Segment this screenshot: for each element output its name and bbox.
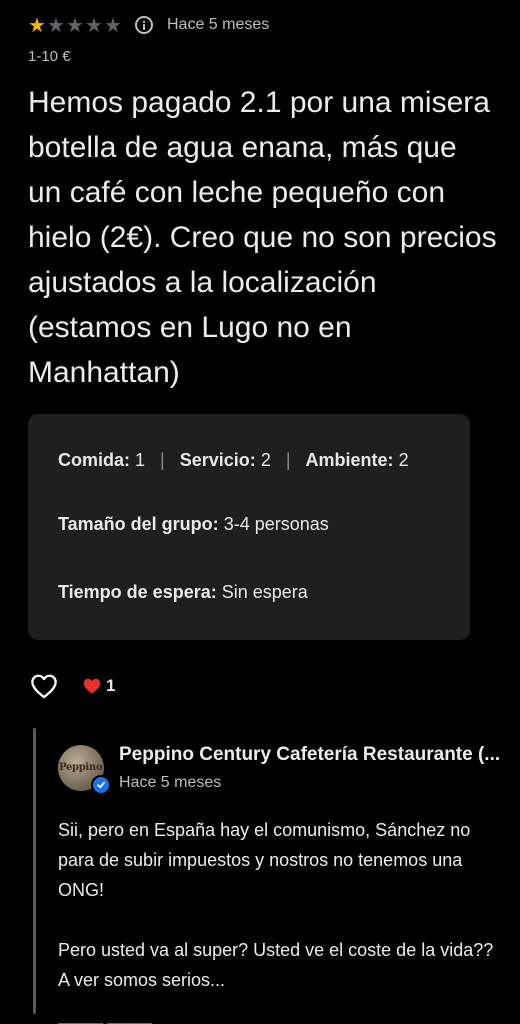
heart-outline-icon bbox=[31, 674, 57, 699]
rating-row: ★ ★ ★ ★ ★ Hace 5 meses bbox=[28, 12, 269, 38]
reply-time-ago: Hace 5 meses bbox=[119, 774, 222, 791]
owner-name[interactable]: Peppino Century Cafetería Restaurante (.… bbox=[119, 744, 515, 766]
truncated-text-fragment: ▬▬▬ ▬▬▬ bbox=[58, 1016, 158, 1024]
group-size-line: Tamaño del grupo: 3-4 personas bbox=[58, 514, 329, 535]
avatar-logo-text: Peppino bbox=[59, 762, 103, 773]
star-empty-icon: ★ bbox=[66, 13, 84, 37]
info-icon[interactable] bbox=[135, 16, 153, 34]
atmosphere-rating-label: Ambiente: bbox=[305, 450, 394, 470]
category-ratings: Comida: 1 | Servicio: 2 | Ambiente: 2 bbox=[58, 450, 409, 471]
owner-reply-text: Sii, pero en España hay el comunismo, Sá… bbox=[58, 815, 508, 995]
truncated-next-item: ▬▬▬ ▬▬▬ bbox=[58, 1016, 158, 1024]
group-size-value: 3-4 personas bbox=[223, 514, 329, 534]
review-time-ago: Hace 5 meses bbox=[167, 16, 270, 33]
star-empty-icon: ★ bbox=[85, 13, 103, 37]
review-details-card: Comida: 1 | Servicio: 2 | Ambiente: 2 Ta… bbox=[28, 414, 470, 640]
price-range: 1-10 € bbox=[28, 48, 71, 65]
wait-time-line: Tiempo de espera: Sin espera bbox=[58, 582, 308, 603]
reply-paragraph: Sii, pero en España hay el comunismo, Sá… bbox=[58, 820, 471, 900]
like-button[interactable] bbox=[28, 670, 60, 702]
star-rating: ★ ★ ★ ★ ★ bbox=[28, 15, 123, 35]
verified-check-icon bbox=[91, 775, 111, 795]
divider: | bbox=[160, 450, 165, 470]
review-text: Hemos pagado 2.1 por una misera botella … bbox=[28, 86, 497, 389]
reaction-count: 1 bbox=[82, 676, 115, 696]
divider: | bbox=[285, 450, 291, 470]
star-empty-icon: ★ bbox=[47, 13, 65, 37]
reply-paragraph: Pero usted va al super? Usted ve el cost… bbox=[58, 940, 494, 990]
heart-count-value: 1 bbox=[106, 676, 116, 695]
reply-indent-bar bbox=[33, 728, 36, 1014]
service-rating-label: Servicio: bbox=[179, 450, 256, 470]
service-rating-value: 2 bbox=[260, 450, 271, 470]
red-heart-icon bbox=[82, 677, 102, 695]
reactions-row: 1 bbox=[28, 670, 115, 702]
group-size-label: Tamaño del grupo: bbox=[58, 514, 219, 534]
wait-time-value: Sin espera bbox=[221, 582, 308, 602]
wait-time-label: Tiempo de espera: bbox=[58, 582, 217, 602]
star-empty-icon: ★ bbox=[104, 13, 122, 37]
atmosphere-rating-value: 2 bbox=[398, 450, 409, 470]
star-filled-icon: ★ bbox=[28, 13, 46, 37]
food-rating-label: Comida: bbox=[58, 450, 130, 470]
food-rating-value: 1 bbox=[135, 450, 146, 470]
